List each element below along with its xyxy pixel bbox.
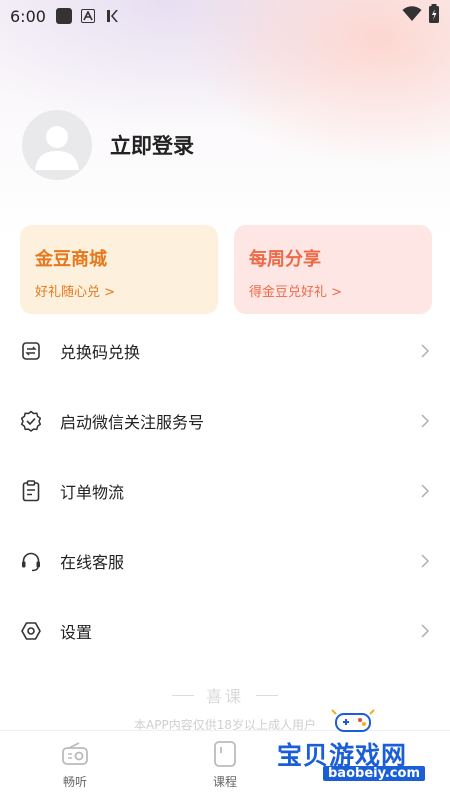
- card-title: 每周分享: [249, 249, 321, 270]
- clipboard-icon: [20, 480, 42, 502]
- card-subtitle: 得金豆兑好礼 >: [249, 285, 343, 300]
- chevron-right-icon: [420, 623, 430, 639]
- menu-label: 订单物流: [60, 483, 125, 502]
- menu-item-online-service[interactable]: 在线客服: [0, 536, 450, 586]
- menu-item-redeem-code[interactable]: 兑换码兑换: [0, 326, 450, 376]
- divider: [171, 694, 194, 696]
- menu-item-settings[interactable]: 设置: [0, 606, 450, 656]
- a-letter-icon: [80, 9, 95, 23]
- menu-label: 启动微信关注服务号: [60, 413, 205, 432]
- status-time: 6:00: [10, 6, 46, 26]
- course-icon: [210, 739, 240, 769]
- watermark-url: baobeiy.com: [323, 766, 425, 781]
- k-letter-icon: [104, 8, 120, 24]
- notification-square-icon: [55, 8, 72, 24]
- weekly-share-card[interactable]: 每周分享 得金豆兑好礼 >: [234, 225, 432, 314]
- menu-item-order-logistics[interactable]: 订单物流: [0, 466, 450, 516]
- menu-item-wechat-follow[interactable]: 启动微信关注服务号: [0, 396, 450, 446]
- gold-bean-mall-card[interactable]: 金豆商城 好礼随心兑 >: [20, 225, 218, 314]
- watermark-logo: 宝贝游戏网 baobeiy.com: [275, 706, 450, 788]
- headset-icon: [20, 550, 42, 572]
- card-subtitle: 好礼随心兑 >: [35, 285, 116, 300]
- chevron-right-icon: [420, 483, 430, 499]
- radio-icon: [60, 739, 90, 769]
- battery-icon: [428, 4, 440, 28]
- tab-label: 畅听: [62, 775, 87, 789]
- tab-listen[interactable]: 畅听: [0, 731, 150, 800]
- exchange-icon: [20, 340, 42, 362]
- brand-name: 喜课: [205, 687, 244, 706]
- brand-footer: 喜课: [0, 683, 450, 707]
- chevron-right-icon: [420, 343, 430, 359]
- settings-icon: [20, 620, 42, 642]
- status-bar: 6:00: [0, 0, 450, 32]
- menu-label: 兑换码兑换: [60, 343, 141, 362]
- menu-label: 在线客服: [60, 553, 125, 572]
- login-button[interactable]: 立即登录: [110, 130, 194, 160]
- tab-label: 课程: [212, 775, 237, 789]
- chevron-right-icon: [420, 413, 430, 429]
- avatar[interactable]: [22, 110, 92, 180]
- badge-check-icon: [20, 410, 42, 432]
- default-avatar-icon: [35, 126, 79, 170]
- menu-label: 设置: [60, 623, 93, 642]
- chevron-right-icon: [420, 553, 430, 569]
- card-title: 金豆商城: [35, 249, 107, 270]
- wifi-icon: [402, 6, 422, 26]
- gamepad-icon: [331, 709, 375, 732]
- divider: [256, 694, 278, 696]
